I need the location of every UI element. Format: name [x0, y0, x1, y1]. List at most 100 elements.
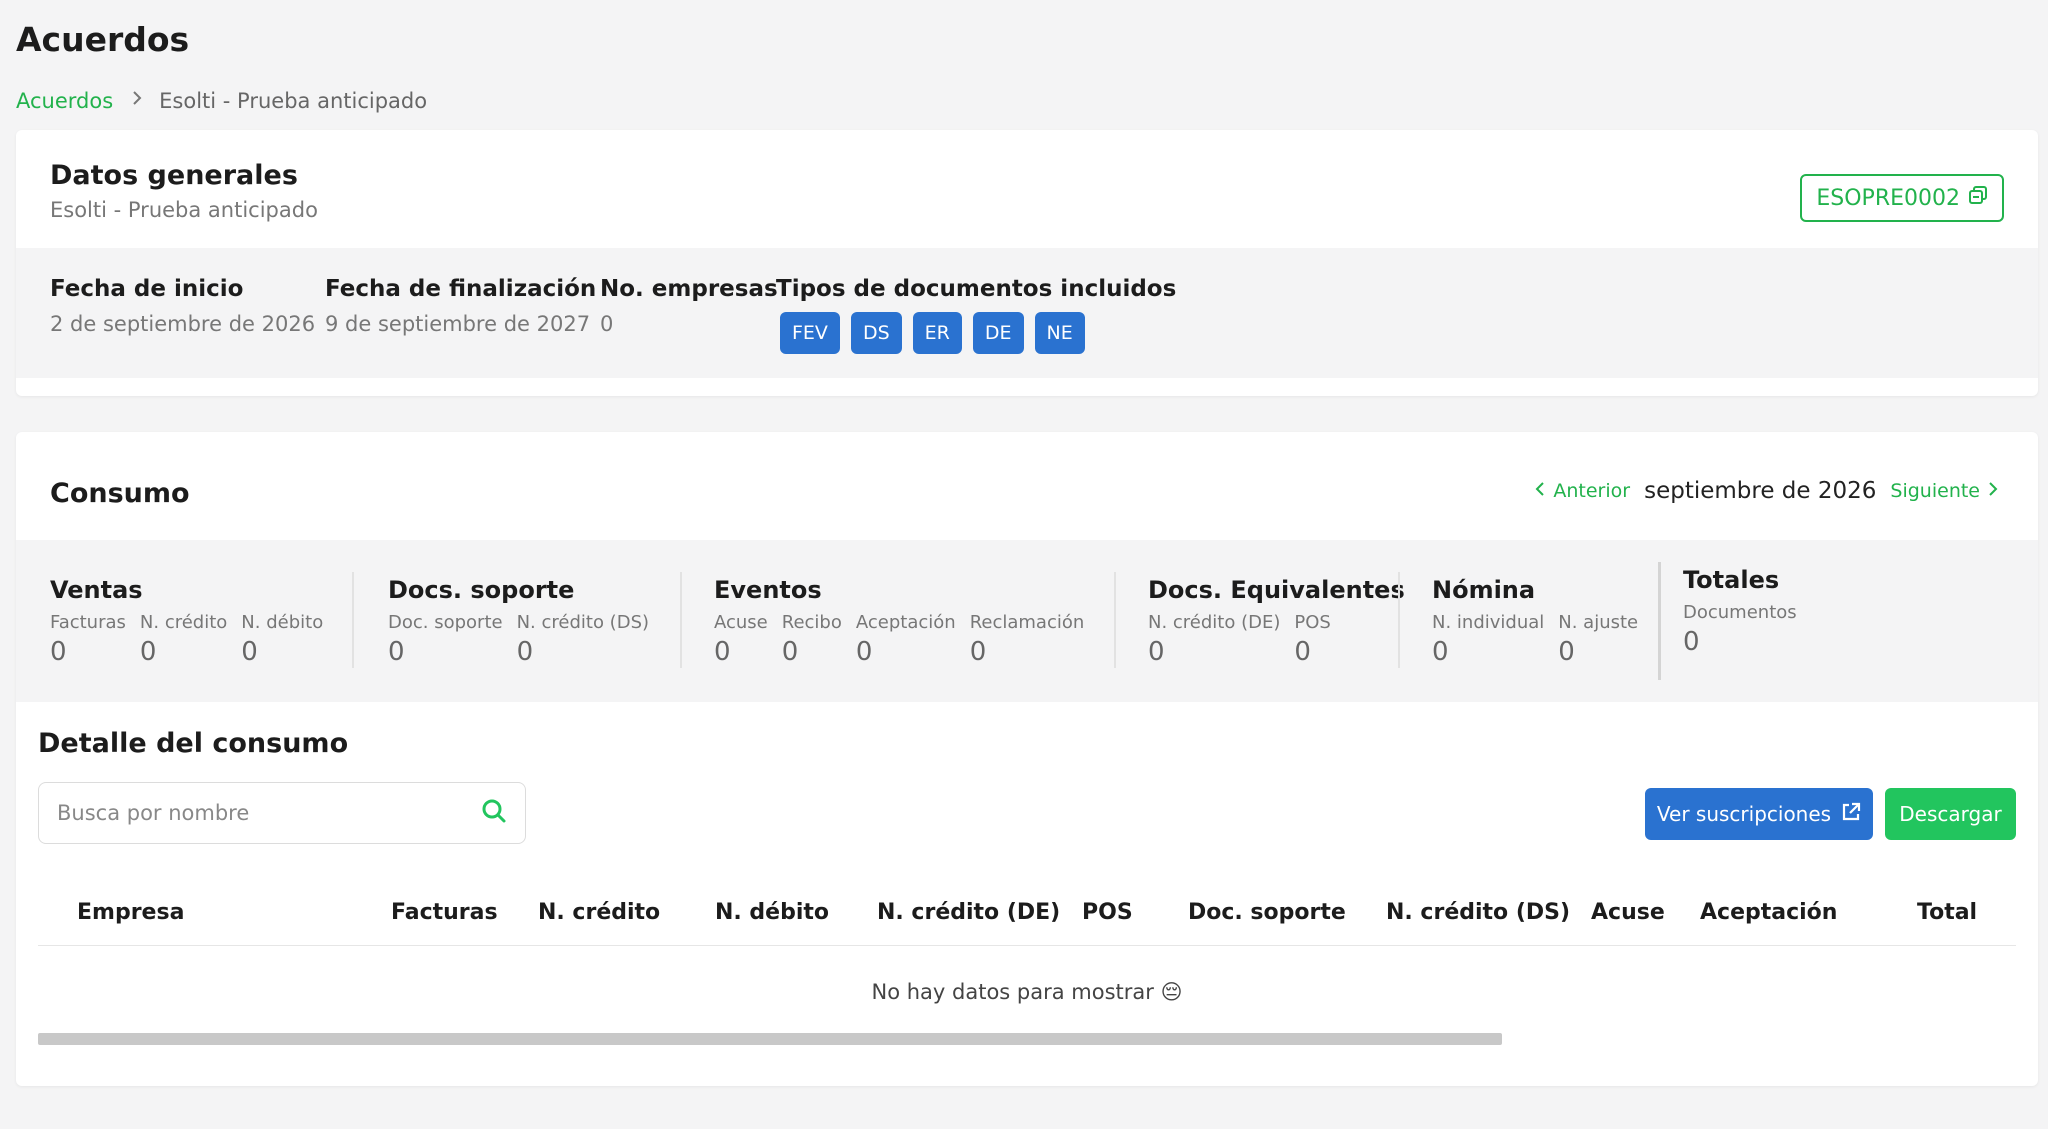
totals-label: Documentos: [1683, 602, 1797, 623]
breadcrumb-link-acuerdos[interactable]: Acuerdos: [16, 89, 113, 113]
end-date-value: 9 de septiembre de 2027: [325, 312, 591, 336]
stat-divider: [352, 572, 354, 668]
stat-col: N. individual 0: [1432, 612, 1544, 667]
stat-col: Recibo 0: [782, 612, 842, 667]
current-month: septiembre de 2026: [1644, 478, 1877, 504]
stat-col-value: 0: [139, 637, 157, 667]
stat-col-label: N. crédito: [139, 612, 228, 633]
search-input[interactable]: [57, 801, 481, 825]
companies-label: No. empresas: [600, 276, 778, 302]
doc-types-label: Tipos de documentos incluidos: [776, 276, 1177, 302]
companies-value: 0: [600, 312, 614, 336]
stat-col-label: Acuse: [714, 612, 768, 633]
doc-types-field: Tipos de documentos incluidos FEV DS ER …: [776, 276, 1176, 354]
column-header-acuse[interactable]: Acuse: [1591, 900, 1665, 925]
column-header-pos[interactable]: POS: [1082, 900, 1133, 925]
agreement-code: ESOPRE0002: [1816, 185, 1960, 211]
consumption-title: Consumo: [50, 478, 190, 509]
stat-col-value: 0: [969, 637, 987, 667]
start-date-field: Fecha de inicio 2 de septiembre de 2026: [50, 276, 315, 336]
stat-col-value: 0: [50, 637, 67, 667]
column-header-total[interactable]: Total: [1917, 900, 1977, 925]
start-date-value: 2 de septiembre de 2026: [50, 312, 316, 336]
stat-col: Doc. soporte 0: [388, 612, 503, 667]
copy-icon: [1968, 185, 1988, 211]
column-header-doc-soporte[interactable]: Doc. soporte: [1188, 900, 1346, 925]
stat-group-title: Docs. Equivalentes: [1148, 576, 1405, 604]
stat-col-value: 0: [1148, 637, 1165, 667]
stat-col-label: POS: [1294, 612, 1331, 633]
chevron-right-icon: [1988, 480, 1998, 502]
column-header-n-credito[interactable]: N. crédito: [538, 900, 660, 925]
doc-type-tag: FEV: [780, 312, 840, 354]
stat-group-docs-equivalentes: Docs. Equivalentes N. crédito (DE) 0 POS…: [1148, 576, 1405, 667]
stat-col: N. crédito (DS) 0: [517, 612, 649, 667]
search-box: [38, 782, 526, 844]
totals-value: 0: [1683, 627, 1700, 657]
view-subscriptions-label: Ver suscripciones: [1656, 802, 1832, 826]
stat-divider: [1114, 572, 1116, 668]
previous-month-button[interactable]: Anterior: [1535, 480, 1630, 502]
column-header-facturas[interactable]: Facturas: [391, 900, 498, 925]
column-header-n-debito[interactable]: N. débito: [715, 900, 829, 925]
stat-col-label: Aceptación: [855, 612, 956, 633]
next-month-label: Siguiente: [1890, 480, 1980, 502]
stat-col: Facturas 0: [50, 612, 126, 667]
start-date-label: Fecha de inicio: [50, 276, 244, 302]
end-date-label: Fecha de finalización: [325, 276, 597, 302]
agreement-code-button[interactable]: ESOPRE0002: [1800, 174, 2004, 222]
column-header-n-credito-de[interactable]: N. crédito (DE): [877, 900, 1060, 925]
companies-field: No. empresas 0: [600, 276, 778, 336]
totals-title: Totales: [1683, 566, 1780, 594]
stat-col-label: Facturas: [50, 612, 126, 633]
column-header-n-credito-ds[interactable]: N. crédito (DS): [1386, 900, 1570, 925]
stat-col: Aceptación 0: [856, 612, 956, 667]
general-data-card: Datos generales Esolti - Prueba anticipa…: [16, 130, 2038, 396]
stat-divider: [1398, 572, 1400, 668]
stat-col: N. crédito (DE) 0: [1148, 612, 1280, 667]
horizontal-scrollbar[interactable]: [38, 1033, 1502, 1045]
stat-col-value: 0: [1432, 637, 1449, 667]
stat-col-label: Doc. soporte: [388, 612, 503, 633]
previous-month-label: Anterior: [1553, 480, 1631, 502]
detail-title: Detalle del consumo: [38, 728, 349, 759]
end-date-field: Fecha de finalización 9 de septiembre de…: [325, 276, 596, 336]
column-header-empresa[interactable]: Empresa: [77, 900, 184, 925]
breadcrumb-current: Esolti - Prueba anticipado: [159, 88, 428, 113]
doc-type-tag: NE: [1034, 312, 1085, 354]
stat-col-value: 0: [781, 637, 799, 667]
stat-group-title: Nómina: [1432, 576, 1536, 604]
stat-group-title: Ventas: [50, 576, 143, 604]
stat-col-label: Reclamación: [969, 612, 1085, 633]
stat-col-value: 0: [516, 637, 534, 667]
totals-panel: Totales Documentos 0: [1658, 562, 2022, 680]
stat-col-label: Recibo: [781, 612, 842, 633]
general-title: Datos generales: [50, 160, 298, 191]
stat-col-label: N. débito: [241, 612, 324, 633]
general-subtitle: Esolti - Prueba anticipado: [50, 198, 318, 222]
stat-col-label: N. crédito (DS): [516, 612, 650, 633]
doc-type-tag: ER: [912, 312, 962, 354]
stat-col: Acuse 0: [714, 612, 768, 667]
stat-col-value: 0: [388, 637, 405, 667]
doc-types-tags: FEV DS ER DE NE: [776, 312, 1176, 354]
stat-divider: [680, 572, 682, 668]
empty-table-message: No hay datos para mostrar 😔: [871, 980, 1183, 1004]
download-button[interactable]: Descargar: [1885, 788, 2016, 840]
stat-col: N. crédito 0: [140, 612, 227, 667]
search-icon[interactable]: [481, 798, 507, 828]
stat-col-label: N. individual: [1432, 612, 1545, 633]
chevron-right-icon: [131, 88, 143, 113]
stat-col: N. ajuste 0: [1558, 612, 1638, 667]
stat-col-value: 0: [241, 637, 258, 667]
view-subscriptions-button[interactable]: Ver suscripciones: [1645, 788, 1873, 840]
consumption-card: Consumo Anterior septiembre de 2026 Sigu…: [16, 432, 2038, 1086]
month-navigator: Anterior septiembre de 2026 Siguiente: [1535, 478, 1998, 504]
column-header-aceptacion[interactable]: Aceptación: [1700, 900, 1837, 925]
doc-type-tag: DE: [972, 312, 1024, 354]
stat-group-docs-soporte: Docs. soporte Doc. soporte 0 N. crédito …: [388, 576, 649, 667]
chevron-left-icon: [1535, 480, 1545, 502]
next-month-button[interactable]: Siguiente: [1890, 480, 1998, 502]
stat-col-label: N. ajuste: [1558, 612, 1639, 633]
stat-col: Reclamación 0: [970, 612, 1085, 667]
